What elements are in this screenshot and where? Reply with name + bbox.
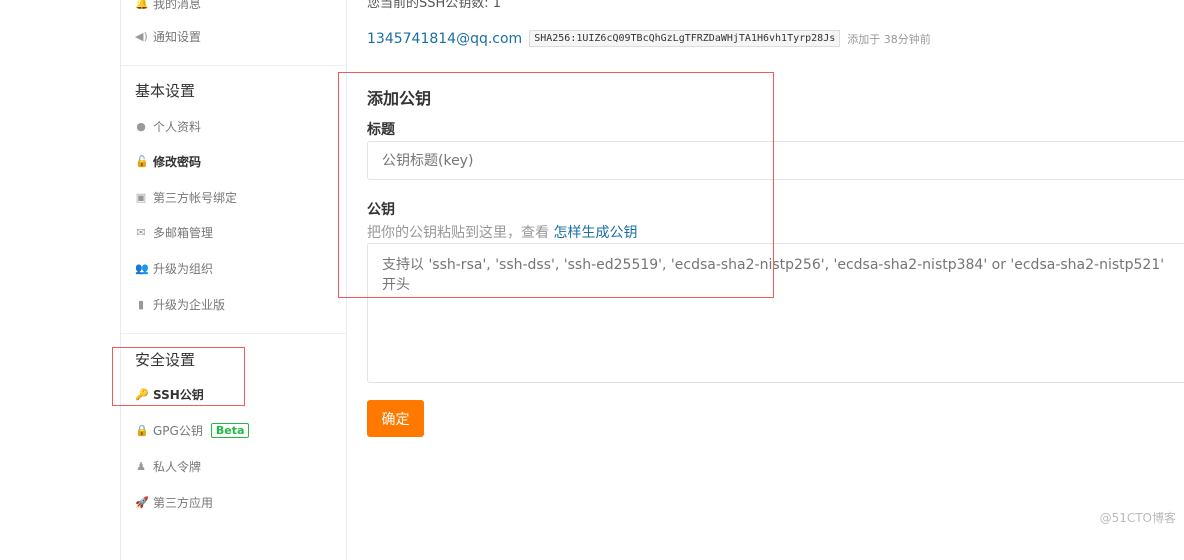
users-icon: 👥 [135,262,149,275]
submit-button[interactable]: 确定 [367,400,424,437]
sidebar-item-emails[interactable]: ✉ 多邮箱管理 [135,224,213,241]
annotation-box-form [338,72,774,298]
sidebar-item-password[interactable]: 🔓 修改密码 [135,153,201,170]
sidebar-item-upgrade-org[interactable]: 👥 升级为组织 [135,260,213,277]
building-icon: ▮ [137,298,145,311]
key-added-time: 添加于 38分钟前 [847,32,931,46]
user-icon: ● [136,120,146,133]
sidebar-item-upgrade-enterprise[interactable]: ▮ 升级为企业版 [135,296,225,313]
envelope-icon: ✉ [136,226,146,239]
sidebar-item-tokens[interactable]: ♟ 私人令牌 [135,458,201,475]
divider [121,65,347,66]
volume-icon: ◀) [135,30,148,43]
divider [121,333,347,334]
lock-icon: 🔒 [135,424,149,437]
bell-icon: 🔔 [135,0,149,10]
ssh-key-count: 您当前的SSH公钥数: 1 [367,0,502,11]
sidebar-item-gpg-keys[interactable]: 🔒 GPG公钥 Beta [135,422,250,439]
section-title-basic: 基本设置 [135,82,196,100]
ssh-key-row: 1345741814@qq.com SHA256:1UIZ6cQ09TBcQhG… [367,30,931,47]
unlock-icon: 🔓 [135,155,149,168]
annotation-box-ssh [112,347,245,406]
contact-card-icon: ▣ [135,191,147,204]
settings-sidebar: 🔔 我的消息 ◀) 通知设置 基本设置 ● 个人资料 🔓 修改密码 ▣ 第三方帐号绑定 ✉… [120,0,347,560]
sidebar-item-third-party-binding[interactable]: ▣ 第三方帐号绑定 [135,189,237,206]
key-email: 1345741814@qq.com [367,30,523,47]
sidebar-item-profile[interactable]: ● 个人资料 [135,118,201,135]
sidebar-item-notifications[interactable]: ◀) 通知设置 [135,28,201,45]
sidebar-item-messages[interactable]: 🔔 我的消息 [135,0,201,12]
key-fingerprint: SHA256:1UIZ6cQ09TBcQhGzLgTFRZDaWHjTA1H6v… [529,30,841,47]
watermark: @51CTO博客 [1099,511,1176,525]
beta-badge: Beta [210,423,250,438]
sidebar-item-third-party-apps[interactable]: 🚀 第三方应用 [135,494,213,511]
rocket-icon: 🚀 [135,496,149,509]
user-secret-icon: ♟ [136,460,146,473]
